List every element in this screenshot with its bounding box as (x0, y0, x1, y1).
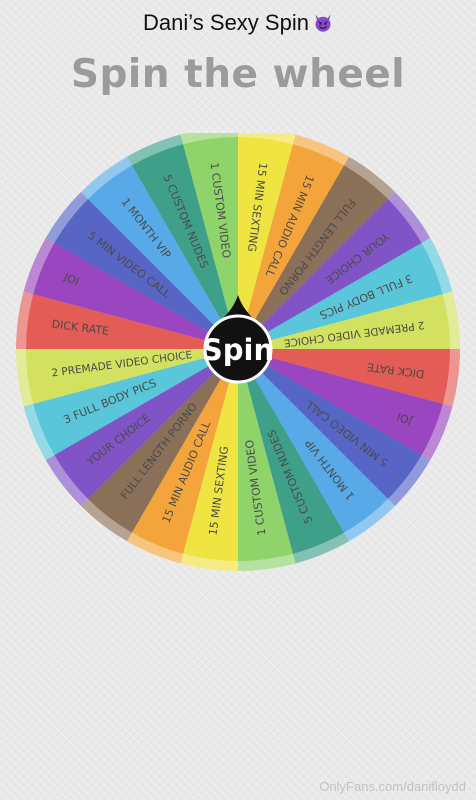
smiling-face-with-horns-icon (315, 14, 331, 32)
header-title-text: Dani’s Sexy Spin (143, 10, 309, 35)
spin-button-label[interactable]: Spin (202, 333, 274, 367)
page-heading: Spin the wheel (70, 52, 406, 97)
watermark: OnlyFans.com/danifloydd (319, 779, 466, 794)
spin-wheel[interactable]: 15 MIN SEXTING 15 MIN AUDIO CALL FULL LENG… (12, 133, 464, 585)
header-title: Dani’s Sexy Spin (0, 10, 476, 36)
